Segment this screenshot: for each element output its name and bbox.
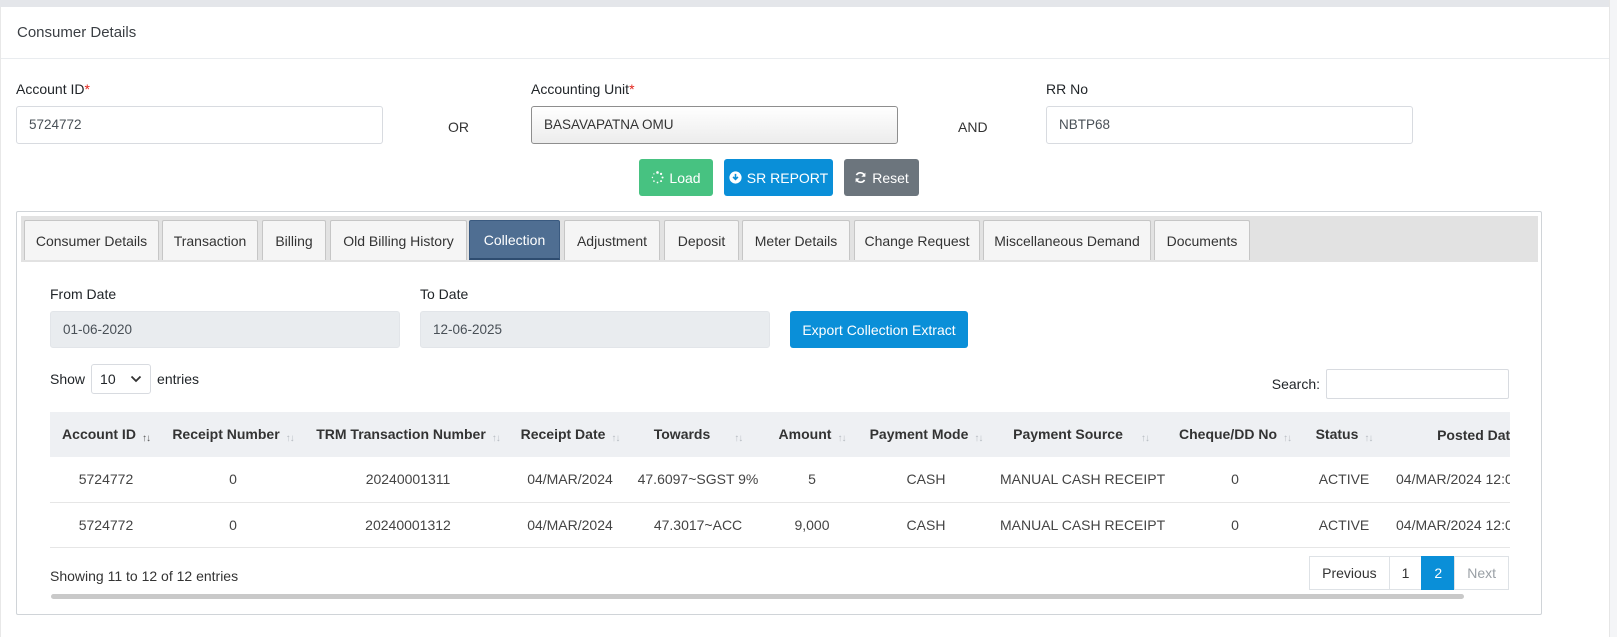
accounting-unit-select[interactable]: BASAVAPATNA OMU xyxy=(531,106,898,144)
refresh-icon xyxy=(855,172,866,183)
table-cell: 0 xyxy=(162,502,304,548)
tab-old-billing-history[interactable]: Old Billing History xyxy=(330,220,467,260)
tab-deposit[interactable]: Deposit xyxy=(664,220,739,260)
table-header-row: Account ID ↑↓ Receipt Number ↑↓ TRM Transa… xyxy=(50,412,1510,457)
tab-transaction[interactable]: Transaction xyxy=(162,220,258,260)
table-cell: 04/MAR/2024 12:00 xyxy=(1384,457,1510,503)
page-button-2[interactable]: 2 xyxy=(1421,556,1456,590)
spinner-icon xyxy=(652,171,665,184)
table-search: Search: xyxy=(1272,369,1509,399)
tab-collection[interactable]: Collection xyxy=(469,220,560,260)
table-cell: 47.6097~SGST 9% xyxy=(628,457,768,503)
table-row[interactable]: 5724772 0 20240001312 04/MAR/2024 47.301… xyxy=(50,502,1510,548)
show-label: Show xyxy=(50,371,86,387)
export-collection-button[interactable]: Export Collection Extract xyxy=(790,311,968,348)
column-header[interactable]: Account ID ↑↓ xyxy=(50,412,162,457)
reset-button-label: Reset xyxy=(872,169,909,186)
search-input[interactable] xyxy=(1326,369,1509,399)
account-id-label: Account ID* xyxy=(16,81,90,97)
rr-no-label: RR No xyxy=(1046,81,1089,97)
load-button-label: Load xyxy=(669,169,701,186)
table-row[interactable]: 5724772 0 20240001311 04/MAR/2024 47.609… xyxy=(50,457,1510,503)
and-text: AND xyxy=(958,119,988,135)
table-cell: 04/MAR/2024 xyxy=(512,502,628,548)
table-cell: ACTIVE xyxy=(1304,502,1384,548)
column-header[interactable]: Towards ↑↓ xyxy=(628,412,768,457)
pagination: Previous 1 2 Next xyxy=(1309,556,1509,590)
sr-report-button-label: SR REPORT xyxy=(746,169,829,186)
column-header[interactable]: TRM Transaction Number ↑↓ xyxy=(304,412,512,457)
from-date-input[interactable]: 01-06-2020 xyxy=(50,311,400,348)
table-cell: CASH xyxy=(856,502,996,548)
collection-table: Account ID ↑↓ Receipt Number ↑↓ TRM Transa… xyxy=(50,412,1510,548)
top-strip xyxy=(0,0,1617,7)
search-label: Search: xyxy=(1271,376,1320,392)
table-info: Showing 11 to 12 of 12 entries xyxy=(50,568,239,584)
tab-miscellaneous-demand[interactable]: Miscellaneous Demand xyxy=(983,220,1151,260)
page-title: Consumer Details xyxy=(1,7,1609,59)
column-header[interactable]: Receipt Number ↑↓ xyxy=(162,412,304,457)
table-cell: 5724772 xyxy=(50,502,162,548)
account-id-input[interactable]: 5724772 xyxy=(16,106,383,144)
table-cell: 0 xyxy=(1166,502,1304,548)
table-cell: 47.3017~ACC xyxy=(628,502,768,548)
table-cell: 20240001312 xyxy=(304,502,512,548)
chevron-down-icon xyxy=(130,375,142,383)
column-header[interactable]: Amount ↑↓ xyxy=(768,412,856,457)
column-header[interactable]: Status ↑↓ xyxy=(1304,412,1384,457)
table-cell: 5 xyxy=(768,457,856,503)
tab-documents[interactable]: Documents xyxy=(1154,220,1250,260)
collection-table-wrap: Account ID ↑↓ Receipt Number ↑↓ TRM Transa… xyxy=(50,412,1510,548)
table-cell: MANUAL CASH RECEIPT xyxy=(996,457,1166,503)
from-date-label: From Date xyxy=(50,286,117,302)
sr-report-button[interactable]: SR REPORT xyxy=(724,159,833,196)
entries-value: 10 xyxy=(100,371,116,387)
tab-adjustment[interactable]: Adjustment xyxy=(564,220,660,260)
entries-label: entries xyxy=(157,371,200,387)
horizontal-scrollbar[interactable] xyxy=(51,594,1464,599)
to-date-input[interactable]: 12-06-2025 xyxy=(420,311,770,348)
tab-billing[interactable]: Billing xyxy=(262,220,326,260)
vertical-scrollbar[interactable] xyxy=(1609,0,1617,637)
next-page-button[interactable]: Next xyxy=(1454,556,1509,590)
table-cell: 0 xyxy=(162,457,304,503)
table-cell: MANUAL CASH RECEIPT xyxy=(996,502,1166,548)
table-cell: ACTIVE xyxy=(1304,457,1384,503)
table-cell: 0 xyxy=(1166,457,1304,503)
to-date-label: To Date xyxy=(420,286,469,302)
table-cell: CASH xyxy=(856,457,996,503)
rr-no-input[interactable]: NBTP68 xyxy=(1046,106,1413,144)
table-cell: 5724772 xyxy=(50,457,162,503)
tab-meter-details[interactable]: Meter Details xyxy=(742,220,850,260)
previous-page-button[interactable]: Previous xyxy=(1309,556,1390,590)
tab-change-request[interactable]: Change Request xyxy=(854,220,980,260)
table-cell: 20240001311 xyxy=(304,457,512,503)
column-header[interactable]: Payment Mode ↑↓ xyxy=(856,412,996,457)
details-panel: Consumer Details Transaction Billing Old… xyxy=(16,211,1542,615)
entries-select[interactable]: 10 xyxy=(91,364,152,394)
reset-button[interactable]: Reset xyxy=(844,159,919,196)
consumer-details-card: Consumer Details Account ID* 5724772 OR … xyxy=(0,7,1609,637)
tab-consumer-details[interactable]: Consumer Details xyxy=(24,220,159,260)
column-header[interactable]: Receipt Date ↑↓ xyxy=(512,412,628,457)
or-text: OR xyxy=(448,119,469,135)
table-cell: 04/MAR/2024 xyxy=(512,457,628,503)
show-entries: Show 10 entries xyxy=(50,364,199,394)
column-header[interactable]: Payment Source ↑↓ xyxy=(996,412,1166,457)
accounting-unit-label: Accounting Unit* xyxy=(531,81,635,97)
column-header[interactable]: Posted Date xyxy=(1384,412,1510,457)
column-header[interactable]: Cheque/DD No ↑↓ xyxy=(1166,412,1304,457)
table-cell: 9,000 xyxy=(768,502,856,548)
table-cell: 04/MAR/2024 12:00 xyxy=(1384,502,1510,548)
load-button[interactable]: Load xyxy=(639,159,713,196)
page-button-1[interactable]: 1 xyxy=(1388,556,1423,590)
download-circle-icon xyxy=(729,171,742,184)
tab-bar: Consumer Details Transaction Billing Old… xyxy=(21,216,1538,262)
